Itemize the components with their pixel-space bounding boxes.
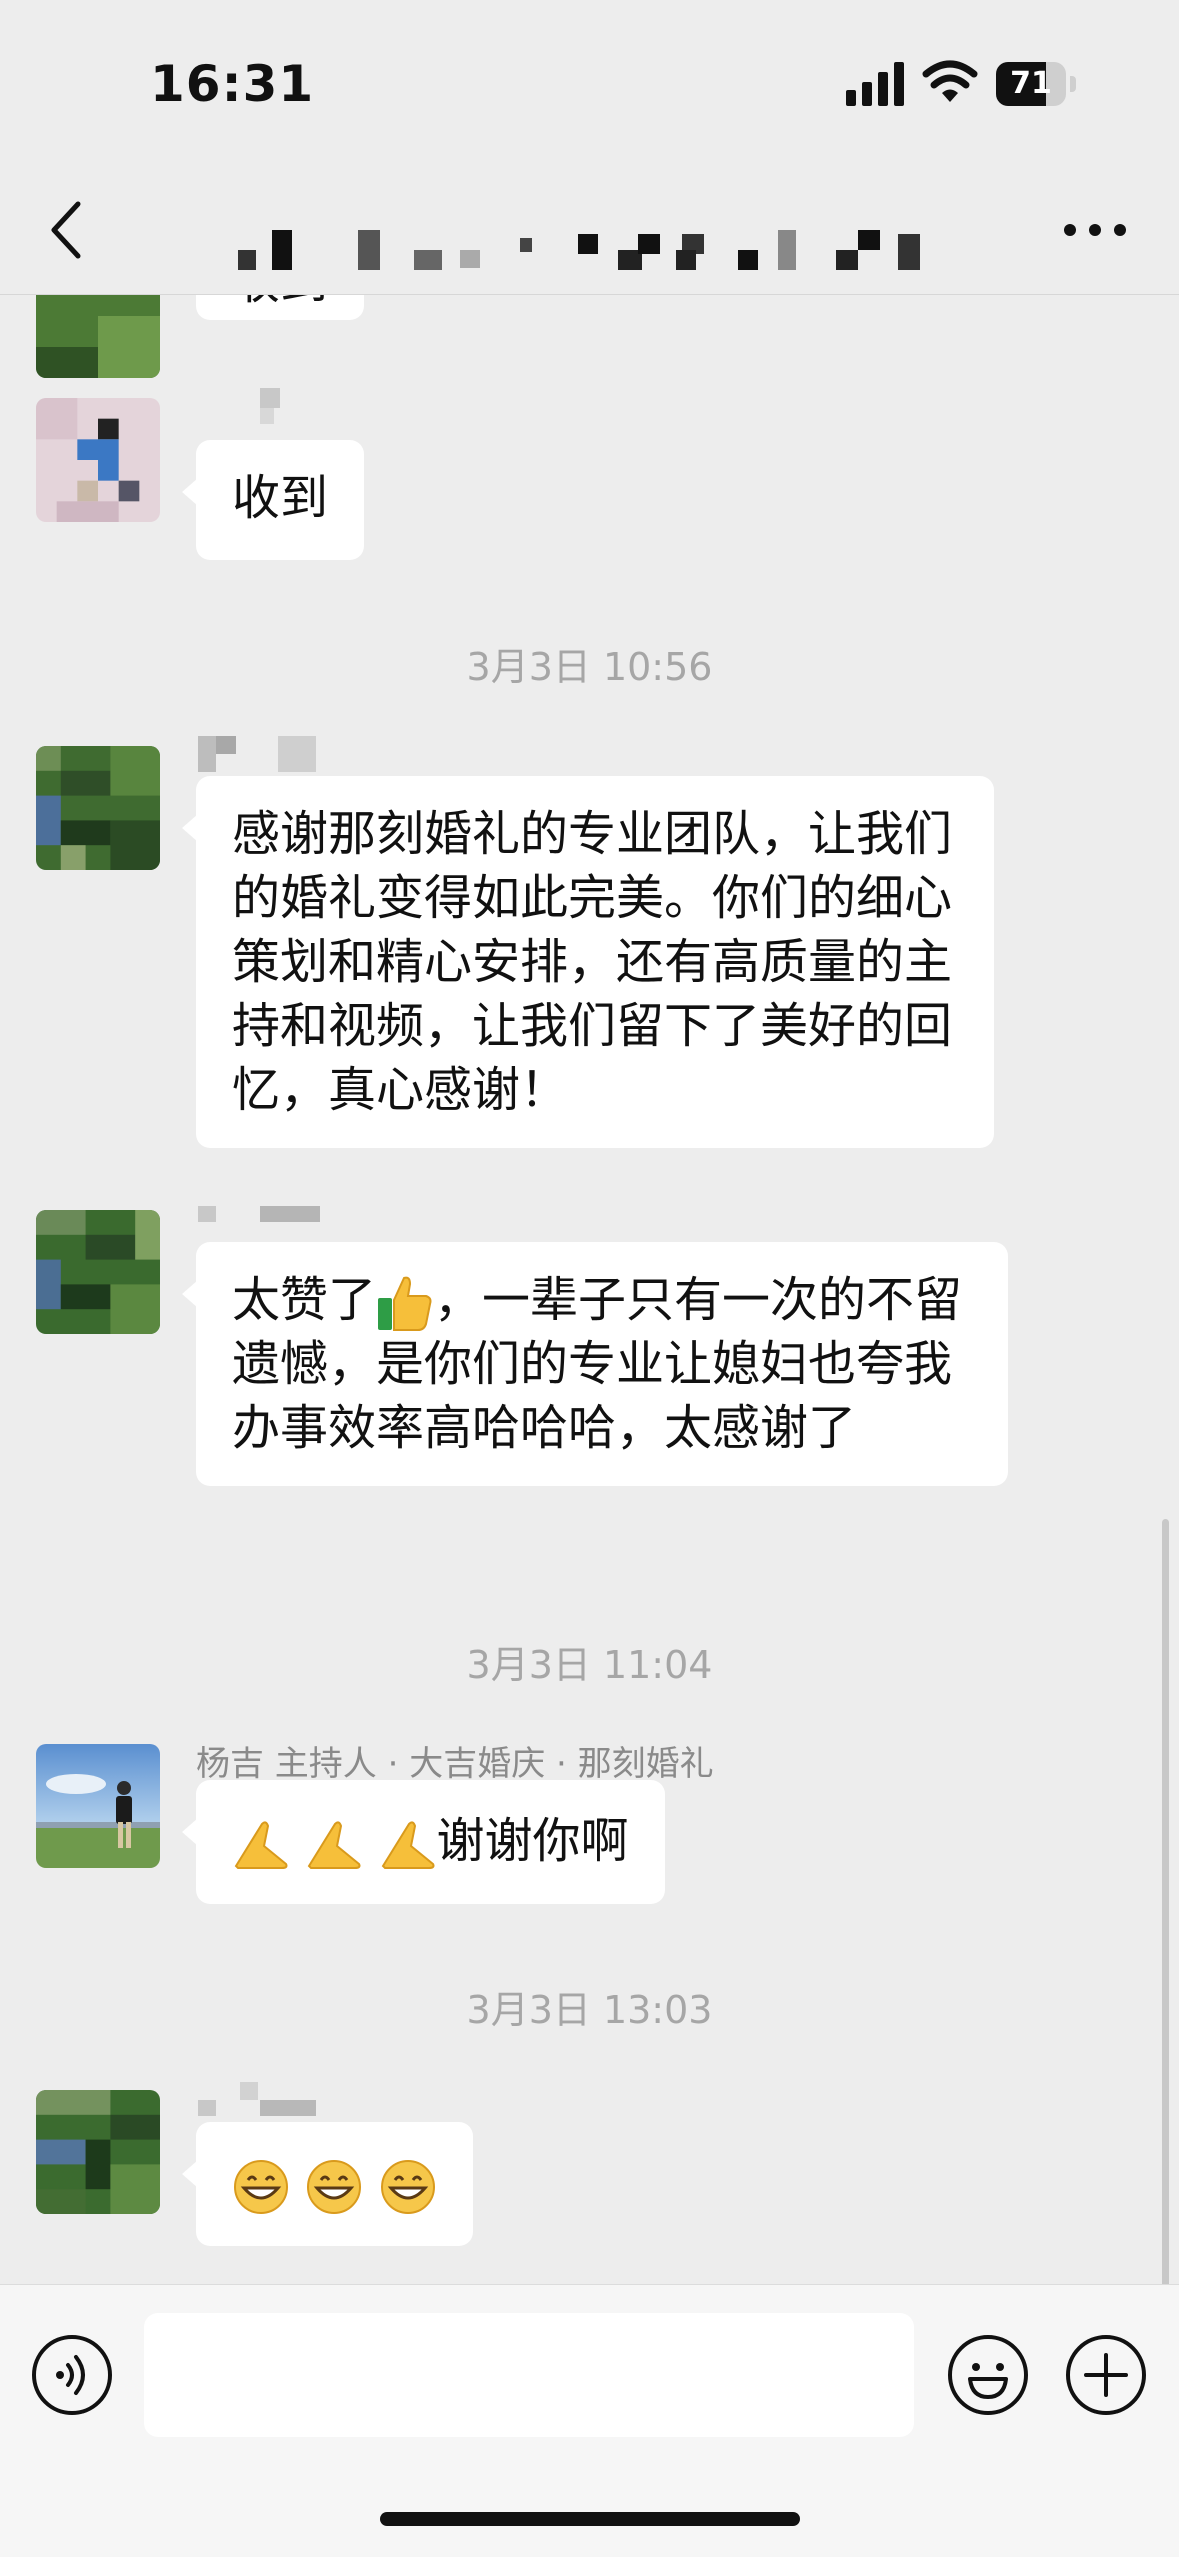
pixelated-avatar[interactable] xyxy=(36,398,160,522)
sender-name: 杨吉 主持人 · 大吉婚庆 · 那刻婚礼 xyxy=(196,1744,714,1784)
home-indicator[interactable] xyxy=(380,2512,800,2526)
grinning-face-icon xyxy=(307,2160,362,2214)
message-text-start: 太赞了 xyxy=(232,1272,377,1328)
grinning-face-group xyxy=(232,2156,437,2214)
grinning-face-icon xyxy=(380,2160,435,2214)
message-text: 感谢那刻婚礼的专业团队，让我们的婚礼变得如此完美。你们的细心策划和精心安排，还有… xyxy=(232,806,953,1118)
message-text: 收到 xyxy=(232,470,329,526)
message-bubble[interactable]: 收到 xyxy=(196,294,365,320)
folded-hands-icon xyxy=(381,1821,435,1869)
timestamp: 3月3日 11:04 xyxy=(466,1643,713,1687)
cellular-signal-icon xyxy=(846,62,904,106)
folded-hands-group xyxy=(232,1809,437,1873)
message-bubble[interactable]: 收到 xyxy=(181,440,365,560)
message-bubble[interactable] xyxy=(182,2122,473,2246)
message-bubble[interactable]: 感谢那刻婚礼的专业团队，让我们的婚礼变得如此完美。你们的细心策划和精心安排，还有… xyxy=(182,776,994,1148)
status-time: 16:31 xyxy=(150,55,315,113)
plus-icon[interactable] xyxy=(1064,2333,1148,2417)
message-text: 收到 xyxy=(232,294,328,310)
status-bar: 16:31 71 xyxy=(0,0,1179,170)
chat-title-redacted xyxy=(238,220,938,276)
pixelated-avatar[interactable] xyxy=(36,1210,160,1334)
message-text: 谢谢你啊 xyxy=(436,1813,629,1869)
photo-avatar[interactable] xyxy=(36,1744,160,1868)
pixelated-avatar[interactable] xyxy=(36,2090,160,2214)
chat-message-list[interactable]: 收到 收到 3月3日 10:56 xyxy=(0,294,1179,2284)
voice-input-icon[interactable] xyxy=(30,2333,114,2417)
folded-hands-icon xyxy=(307,1821,361,1869)
battery-indicator: 71 xyxy=(996,62,1076,106)
sender-name-redacted xyxy=(198,2080,338,2120)
wifi-icon xyxy=(922,60,978,102)
emoji-icon[interactable] xyxy=(946,2333,1030,2417)
sender-name-redacted xyxy=(198,736,338,776)
pixelated-avatar[interactable] xyxy=(36,746,160,870)
message-bubble[interactable]: 谢谢你啊 xyxy=(182,1780,665,1904)
ellipsis-icon[interactable] xyxy=(1060,220,1130,240)
folded-hands-icon xyxy=(234,1821,288,1869)
message-input[interactable] xyxy=(144,2313,914,2437)
sender-name-redacted xyxy=(198,1200,338,1240)
message-bubble[interactable]: 太赞了 ，一辈子只有一次的不留遗憾，是你们的专业让媳妇也夸我办事效率高哈哈哈，太… xyxy=(182,1242,1008,1486)
timestamp: 3月3日 13:03 xyxy=(466,1988,713,2032)
sender-name-redacted xyxy=(198,388,338,428)
chat-header xyxy=(0,170,1179,295)
thumbs-up-icon xyxy=(378,1276,432,1331)
battery-percent: 71 xyxy=(1010,66,1052,101)
timestamp: 3月3日 10:56 xyxy=(466,645,713,689)
chevron-left-icon[interactable] xyxy=(44,198,94,262)
grinning-face-icon xyxy=(234,2160,288,2214)
pixelated-avatar[interactable] xyxy=(36,294,160,378)
scrollbar[interactable] xyxy=(1162,1519,1169,2284)
